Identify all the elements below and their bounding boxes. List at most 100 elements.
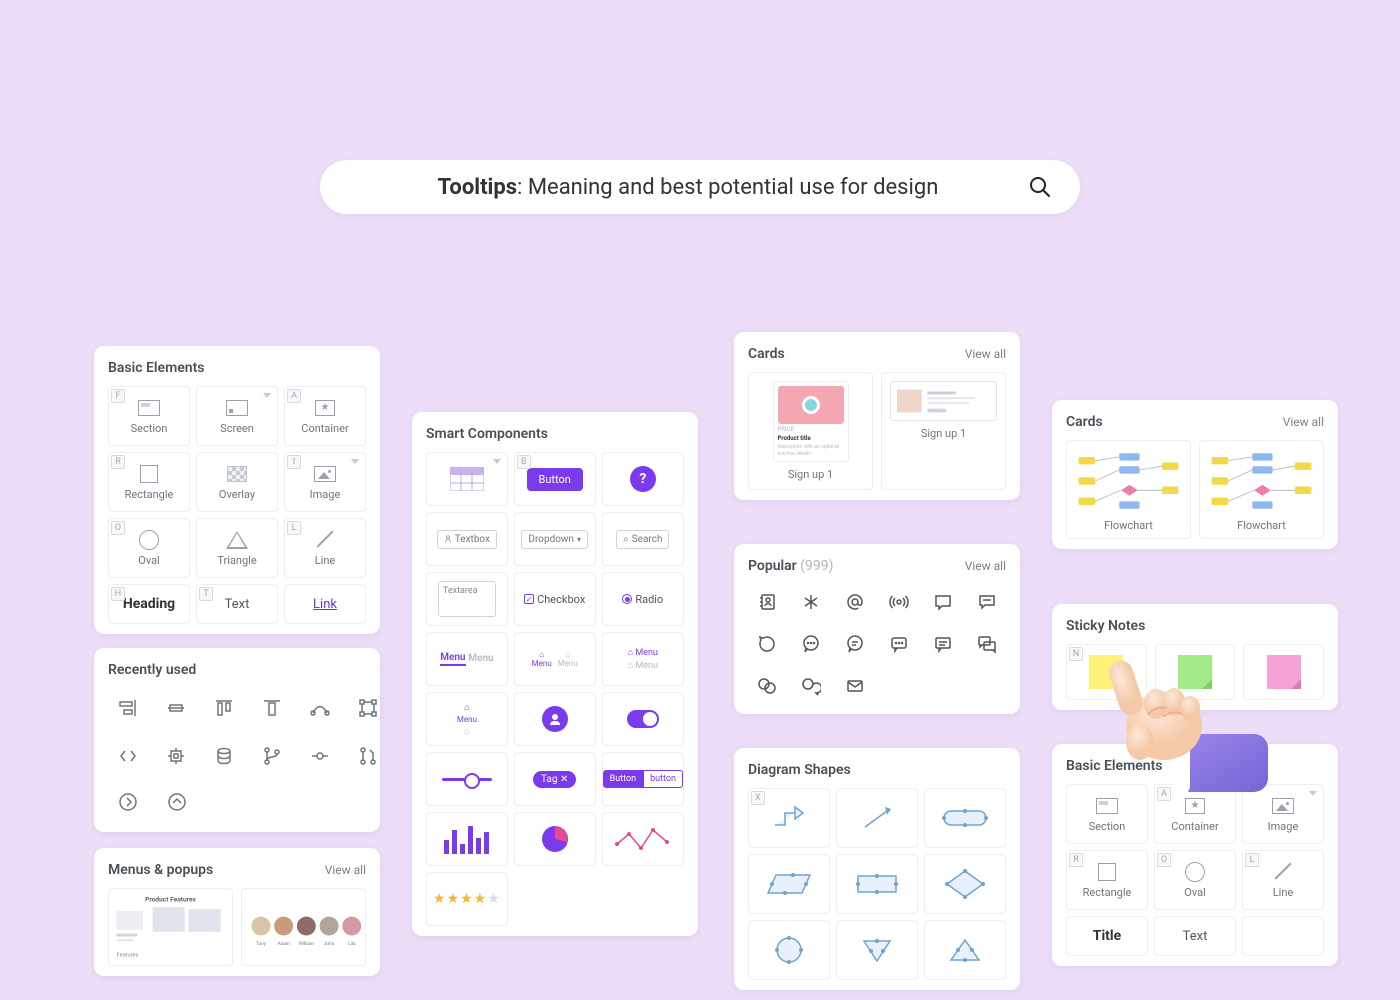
chats-circle-icon[interactable] — [748, 668, 786, 704]
shape-triangle-up[interactable] — [924, 920, 1006, 980]
component-pie-chart[interactable] — [514, 812, 596, 866]
asterisk-icon[interactable] — [792, 584, 830, 620]
chat-text-icon[interactable] — [924, 626, 962, 662]
chip-icon[interactable] — [156, 736, 196, 776]
component-search[interactable]: ⌕ Search — [602, 512, 684, 566]
address-book-icon[interactable] — [748, 584, 786, 620]
card-signup-1[interactable]: PRICE Product title description with an … — [748, 372, 873, 490]
component-rating[interactable]: ★★★★★ — [426, 872, 508, 926]
chevron-down-icon[interactable] — [351, 459, 359, 464]
component-nav-icons[interactable]: ⌂Menu⌂Menu — [514, 632, 596, 686]
element-rectangle[interactable]: RRectangle — [108, 452, 190, 512]
chevron-down-icon[interactable] — [1309, 791, 1317, 796]
align-top-single-icon[interactable] — [252, 688, 292, 728]
element-title[interactable]: Title — [1066, 916, 1148, 956]
component-avatar[interactable] — [514, 692, 596, 746]
broadcast-icon[interactable] — [880, 584, 918, 620]
line-icon — [1273, 862, 1293, 882]
at-sign-icon[interactable] — [836, 584, 874, 620]
chat-circle-icon[interactable] — [748, 626, 786, 662]
component-button[interactable]: BButton — [514, 452, 596, 506]
component-textbox[interactable]: Textbox — [426, 512, 508, 566]
bounding-box-icon[interactable] — [348, 688, 388, 728]
bar-chart-icon — [442, 822, 492, 856]
panel-title: Popular (999)View all — [748, 558, 1006, 574]
view-all-link[interactable]: View all — [965, 559, 1006, 573]
flowchart-card[interactable]: Flowchart — [1066, 440, 1191, 539]
git-pull-request-icon[interactable] — [348, 736, 388, 776]
view-all-link[interactable]: View all — [1283, 415, 1324, 429]
comment-icon[interactable] — [968, 584, 1006, 620]
shape-step-arrow[interactable]: X — [748, 788, 830, 848]
git-commit-icon[interactable] — [300, 736, 340, 776]
align-top-icon[interactable] — [204, 688, 244, 728]
chat-square-icon[interactable] — [924, 584, 962, 620]
element-oval[interactable]: OOval — [1154, 850, 1236, 910]
view-all-link[interactable]: View all — [965, 347, 1006, 361]
element-empty[interactable] — [1242, 916, 1324, 956]
database-icon[interactable] — [204, 736, 244, 776]
component-line-chart[interactable] — [602, 812, 684, 866]
shape-arrow[interactable] — [836, 788, 918, 848]
element-section[interactable]: FSection — [108, 386, 190, 446]
slider-icon — [442, 778, 492, 781]
chat-lines-icon[interactable] — [836, 626, 874, 662]
element-oval[interactable]: OOval — [108, 518, 190, 578]
chat-ellipsis-icon[interactable] — [880, 626, 918, 662]
component-help[interactable]: ? — [602, 452, 684, 506]
component-table[interactable] — [426, 452, 508, 506]
component-tag[interactable]: Tag ✕ — [514, 752, 596, 806]
hero-search[interactable]: Tooltips: Meaning and best potential use… — [320, 160, 1080, 214]
chat-heart-icon[interactable] — [792, 668, 830, 704]
chat-dots-icon[interactable] — [792, 626, 830, 662]
component-toggle[interactable] — [602, 692, 684, 746]
line-icon — [315, 530, 335, 550]
shape-connector[interactable] — [748, 920, 830, 980]
element-container[interactable]: AContainer — [284, 386, 366, 446]
question-icon: ? — [630, 466, 656, 492]
chevron-down-icon[interactable] — [493, 459, 501, 464]
element-text[interactable]: Text — [1154, 916, 1236, 956]
element-text[interactable]: TText — [196, 584, 278, 624]
view-all-link[interactable]: View all — [325, 863, 366, 877]
element-link[interactable]: Link — [284, 584, 366, 624]
pen-tool-icon[interactable] — [300, 688, 340, 728]
element-screen[interactable]: Screen — [196, 386, 278, 446]
shape-triangle-down[interactable] — [836, 920, 918, 980]
element-line[interactable]: LLine — [1242, 850, 1324, 910]
component-nav-vertical[interactable]: ⌂Menu⌂ — [426, 692, 508, 746]
component-nav-list[interactable]: ⌂ Menu⌂ Menu — [602, 632, 684, 686]
align-vertical-icon[interactable] — [156, 688, 196, 728]
shape-process[interactable] — [836, 854, 918, 914]
element-overlay[interactable]: Overlay — [196, 452, 278, 512]
git-branch-icon[interactable] — [252, 736, 292, 776]
code-icon[interactable] — [108, 736, 148, 776]
template-thumb[interactable]: TonyAdamWilliamJohnLila — [241, 888, 366, 966]
component-tabs[interactable]: Menu Menu — [426, 632, 508, 686]
shape-terminal[interactable] — [924, 788, 1006, 848]
element-rectangle[interactable]: RRectangle — [1066, 850, 1148, 910]
component-button-group[interactable]: Buttonbutton — [602, 752, 684, 806]
chats-icon[interactable] — [968, 626, 1006, 662]
arrow-right-circle-icon[interactable] — [108, 782, 148, 822]
element-image[interactable]: IImage — [284, 452, 366, 512]
component-checkbox[interactable]: ✓Checkbox — [514, 572, 596, 626]
element-heading[interactable]: HHeading — [108, 584, 190, 624]
card-signup-2[interactable]: Sign up 1 — [881, 372, 1006, 490]
popular-panel: Popular (999)View all — [734, 544, 1020, 714]
element-line[interactable]: LLine — [284, 518, 366, 578]
component-bar-chart[interactable] — [426, 812, 508, 866]
envelope-icon[interactable] — [836, 668, 874, 704]
shape-parallelogram[interactable] — [748, 854, 830, 914]
align-right-icon[interactable] — [108, 688, 148, 728]
element-triangle[interactable]: Triangle — [196, 518, 278, 578]
component-textarea[interactable]: Textarea — [426, 572, 508, 626]
chevron-down-icon[interactable] — [263, 393, 271, 398]
component-radio[interactable]: Radio — [602, 572, 684, 626]
flowchart-card[interactable]: Flowchart — [1199, 440, 1324, 539]
arrow-up-circle-icon[interactable] — [157, 782, 197, 822]
template-thumb[interactable]: Product FeaturesFeatures — [108, 888, 233, 966]
component-dropdown[interactable]: Dropdown ▾ — [514, 512, 596, 566]
shape-decision[interactable] — [924, 854, 1006, 914]
component-slider[interactable] — [426, 752, 508, 806]
